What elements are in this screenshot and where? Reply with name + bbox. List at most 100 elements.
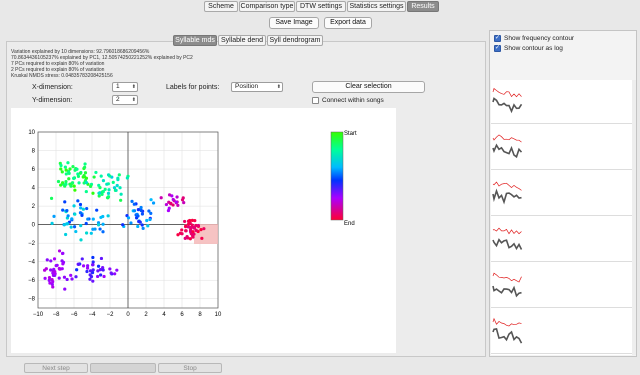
- tab-syllable-dend[interactable]: Syllable dend: [218, 35, 266, 46]
- scrollbar[interactable]: [632, 80, 636, 355]
- data-point: [65, 222, 69, 226]
- data-point: [68, 167, 72, 171]
- points-label-select[interactable]: Position ⬍: [231, 82, 283, 92]
- data-point: [132, 209, 137, 213]
- spectrogram-item[interactable]: [491, 264, 636, 308]
- tab-statistics-settings[interactable]: Statistics settings: [347, 1, 406, 12]
- data-point: [101, 268, 105, 272]
- data-point: [69, 273, 73, 277]
- data-point: [107, 188, 111, 192]
- data-point: [139, 205, 143, 210]
- mds-scatter-plot[interactable]: −10 −8 −6 −4 −2 0 2 4 6 8 101086420−2−4−6−8 Start …: [11, 108, 396, 353]
- data-point: [73, 188, 77, 192]
- data-point: [64, 168, 68, 172]
- spectrogram-thumbnail: [492, 317, 523, 344]
- data-point: [111, 180, 115, 184]
- data-point: [55, 263, 59, 267]
- data-point: [52, 257, 57, 261]
- data-point: [59, 167, 63, 171]
- save-image-button[interactable]: Save Image: [269, 17, 319, 29]
- info-line: Kruskal NMDS stress: 0.04835783208425156: [11, 73, 113, 79]
- data-point: [80, 213, 84, 217]
- data-point: [140, 212, 145, 216]
- data-point: [193, 219, 197, 223]
- next-step-button[interactable]: Next step: [24, 363, 88, 373]
- data-point: [91, 227, 95, 231]
- data-point: [92, 175, 96, 179]
- data-point: [71, 165, 75, 169]
- data-point: [47, 276, 52, 280]
- data-point: [118, 186, 122, 190]
- data-point: [89, 275, 94, 279]
- data-point: [121, 223, 125, 227]
- clear-selection-button[interactable]: Clear selection: [312, 81, 425, 93]
- data-point: [49, 259, 53, 263]
- data-point: [60, 267, 64, 271]
- spectrogram-thumbnail: [492, 87, 523, 114]
- spectrogram-item[interactable]: [491, 218, 636, 262]
- data-point: [91, 191, 95, 195]
- data-point: [67, 171, 71, 176]
- tab-syll-dendrogram[interactable]: Syll dendrogram: [267, 35, 323, 46]
- data-point: [63, 287, 67, 291]
- data-point: [117, 173, 121, 177]
- data-point: [129, 221, 133, 225]
- data-point: [79, 224, 83, 228]
- spectrogram-item[interactable]: [491, 172, 636, 216]
- data-point: [148, 217, 152, 222]
- export-data-button[interactable]: Export data: [324, 17, 372, 29]
- data-point: [183, 219, 187, 224]
- data-point: [151, 201, 156, 205]
- spectrogram-item[interactable]: [491, 126, 636, 170]
- show-log-checkbox[interactable]: [494, 44, 501, 52]
- data-point: [70, 277, 74, 281]
- data-point: [185, 235, 189, 239]
- data-point: [64, 182, 68, 186]
- data-point: [60, 259, 64, 263]
- y-dimension-spinner[interactable]: 2 ⬍: [112, 95, 138, 105]
- spectrogram-thumbnail: [492, 227, 523, 251]
- data-point: [86, 264, 90, 268]
- stop-button[interactable]: Stop: [158, 363, 222, 373]
- spectrogram-item[interactable]: [491, 80, 636, 124]
- data-point: [51, 280, 55, 284]
- data-point: [60, 170, 64, 174]
- spectrogram-thumbnail: [492, 181, 522, 205]
- data-point: [97, 191, 101, 195]
- data-point: [78, 202, 83, 207]
- colorbar: [330, 131, 344, 221]
- tab-results[interactable]: Results: [407, 1, 439, 12]
- connect-songs-checkbox[interactable]: [312, 97, 319, 104]
- data-point: [67, 177, 71, 181]
- data-point: [101, 190, 105, 194]
- y-tick-label: 10: [28, 130, 35, 136]
- data-point: [145, 218, 149, 223]
- data-point: [182, 201, 186, 205]
- data-point: [61, 208, 65, 212]
- show-frequency-checkbox[interactable]: [494, 34, 501, 42]
- data-point: [140, 223, 144, 227]
- data-point: [57, 276, 61, 280]
- tab-comparison-type[interactable]: Comparison type: [239, 1, 295, 12]
- data-point: [171, 197, 175, 202]
- data-point: [175, 195, 179, 199]
- data-point: [196, 223, 200, 228]
- data-point: [91, 255, 95, 260]
- spectrogram-item[interactable]: [491, 310, 636, 354]
- data-point: [49, 196, 54, 200]
- data-point: [96, 274, 100, 279]
- data-point: [62, 275, 67, 279]
- tab-syllable-mds[interactable]: Syllable mds: [173, 35, 217, 46]
- spectrogram-list[interactable]: [491, 80, 636, 355]
- spectrogram-trace: [492, 143, 523, 159]
- tab-dtw-settings[interactable]: DTW settings: [296, 1, 346, 12]
- data-point: [72, 204, 76, 208]
- data-point: [86, 217, 90, 221]
- data-point: [43, 268, 47, 272]
- tab-scheme[interactable]: Scheme: [204, 1, 238, 12]
- data-point: [99, 256, 104, 261]
- data-point: [188, 218, 192, 223]
- frequency-contour: [492, 134, 522, 143]
- x-dimension-spinner[interactable]: 1 ⬍: [112, 82, 138, 92]
- data-point: [79, 238, 83, 242]
